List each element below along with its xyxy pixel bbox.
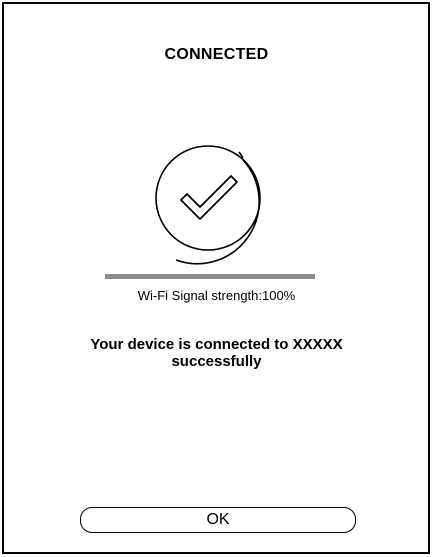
- ok-button[interactable]: OK: [80, 507, 356, 533]
- signal-strength-label: Wi-Fi Signal strength:100%: [137, 288, 296, 303]
- message-line-2: successfully: [171, 353, 262, 370]
- page-title: CONNECTED: [164, 46, 269, 63]
- check-circle-icon: [155, 145, 261, 265]
- connection-message: Your device is connected to XXXXX succes…: [50, 336, 383, 370]
- signal-strength-bar: [105, 274, 315, 279]
- signal-strength-fill: [105, 274, 315, 279]
- message-line-1: Your device is connected to XXXXX: [90, 336, 343, 353]
